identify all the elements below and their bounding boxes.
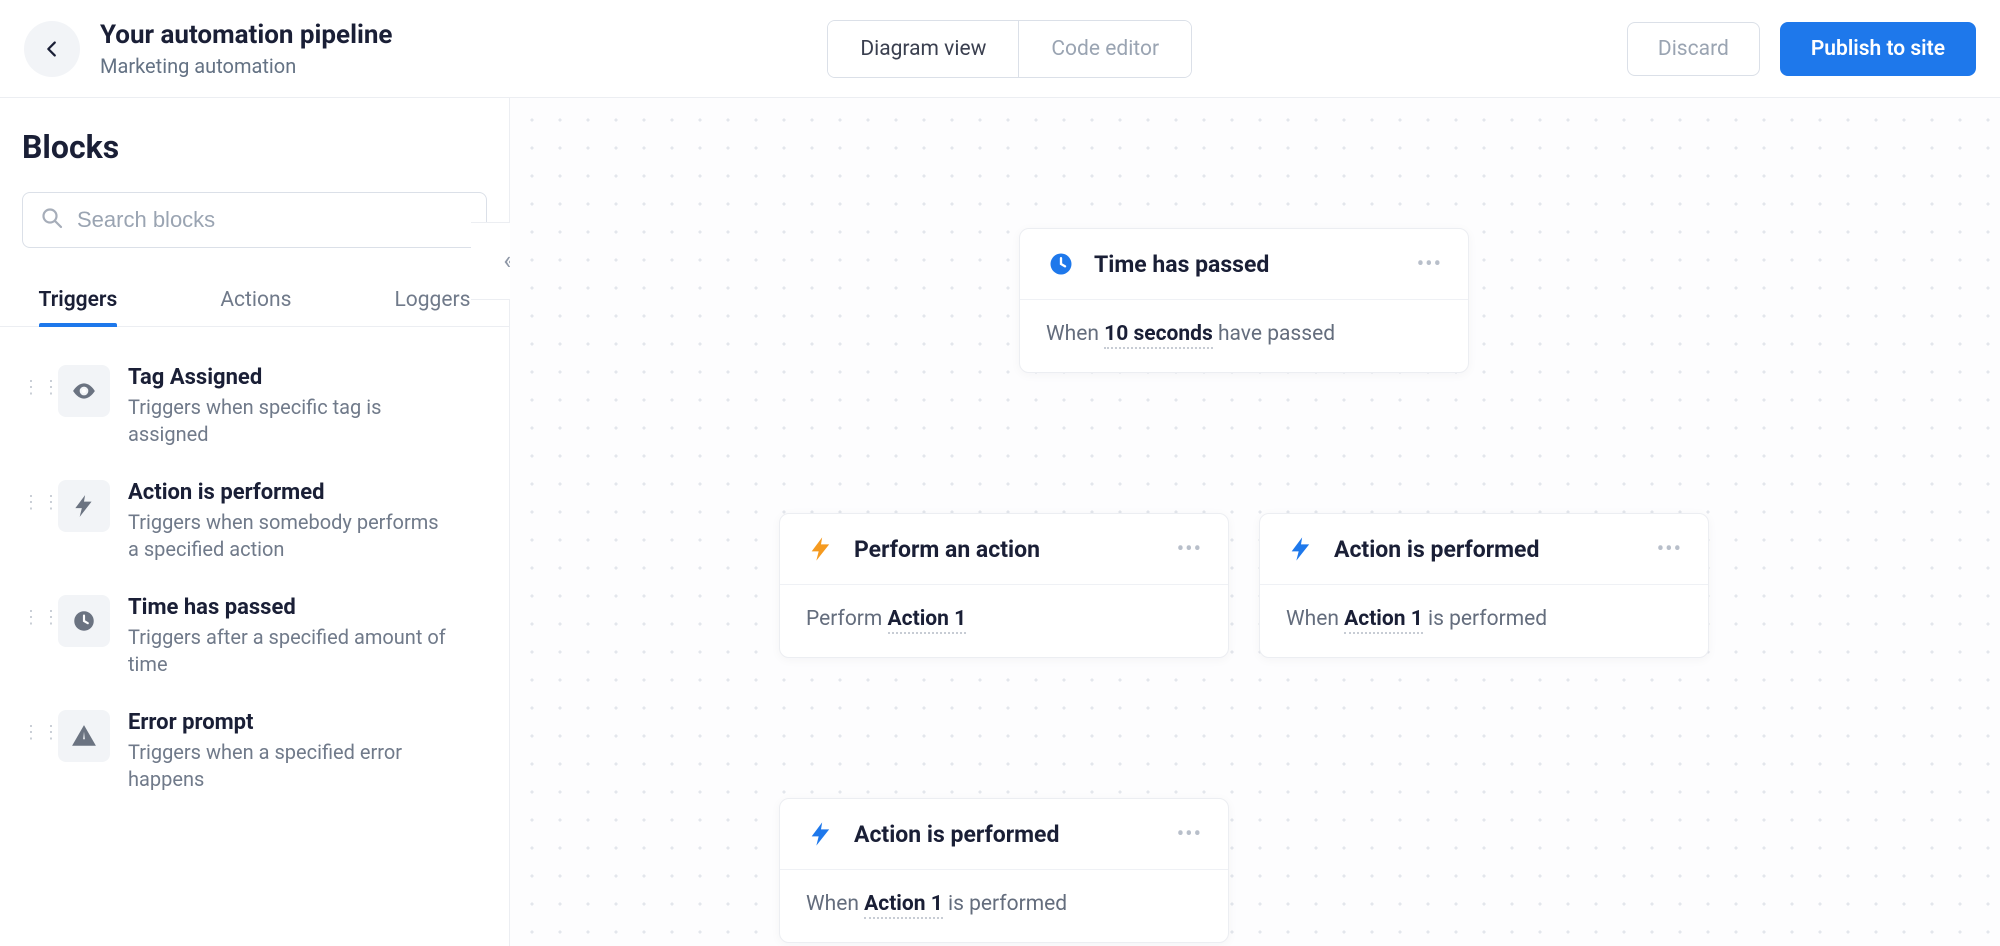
drag-handle-icon[interactable]: ⋮⋮ xyxy=(22,480,40,563)
discard-button[interactable]: Discard xyxy=(1627,22,1760,76)
bolt-icon xyxy=(1286,534,1316,564)
bolt-icon xyxy=(806,819,836,849)
node-action-performed-right[interactable]: Action is performed ••• When Action 1 is… xyxy=(1259,513,1709,658)
block-desc: Triggers when specific tag is assigned xyxy=(128,394,448,448)
sidebar: Blocks Triggers Actions Loggers ⋮⋮ Tag A… xyxy=(0,98,510,946)
node-menu-button[interactable]: ••• xyxy=(1417,259,1442,270)
block-action-performed[interactable]: ⋮⋮ Action is performed Triggers when som… xyxy=(22,464,487,579)
node-body: When Action 1 is performed xyxy=(1260,585,1708,657)
block-desc: Triggers after a specified amount of tim… xyxy=(128,624,448,678)
drag-handle-icon[interactable]: ⋮⋮ xyxy=(22,595,40,678)
block-time-passed[interactable]: ⋮⋮ Time has passed Triggers after a spec… xyxy=(22,579,487,694)
node-body: When 10 seconds have passed xyxy=(1020,300,1468,372)
node-action-performed-bottom[interactable]: Action is performed ••• When Action 1 is… xyxy=(779,798,1229,943)
bolt-icon xyxy=(58,480,110,532)
node-time-has-passed[interactable]: Time has passed ••• When 10 seconds have… xyxy=(1019,228,1469,373)
diagram-view-tab[interactable]: Diagram view xyxy=(828,21,1018,77)
node-menu-button[interactable]: ••• xyxy=(1657,544,1682,555)
node-menu-button[interactable]: ••• xyxy=(1177,544,1202,555)
node-title: Action is performed xyxy=(854,821,1159,848)
code-editor-tab[interactable]: Code editor xyxy=(1018,21,1191,77)
view-toggle: Diagram view Code editor xyxy=(827,20,1192,78)
sidebar-heading: Blocks xyxy=(22,128,487,166)
block-tag-assigned[interactable]: ⋮⋮ Tag Assigned Triggers when specific t… xyxy=(22,349,487,464)
clock-icon xyxy=(58,595,110,647)
node-param[interactable]: Action 1 xyxy=(864,892,943,919)
search-icon xyxy=(40,206,64,234)
block-desc: Triggers when somebody performs a specif… xyxy=(128,509,448,563)
node-menu-button[interactable]: ••• xyxy=(1177,829,1202,840)
canvas[interactable]: Time has passed ••• When 10 seconds have… xyxy=(510,98,2000,946)
warning-icon xyxy=(58,710,110,762)
node-title: Action is performed xyxy=(1334,536,1639,563)
clock-icon xyxy=(1046,249,1076,279)
tab-actions[interactable]: Actions xyxy=(220,274,291,326)
node-body: Perform Action 1 xyxy=(780,585,1228,657)
block-title: Tag Assigned xyxy=(128,365,487,390)
publish-button[interactable]: Publish to site xyxy=(1780,22,1976,76)
search-input[interactable] xyxy=(22,192,487,248)
block-title: Time has passed xyxy=(128,595,487,620)
node-title: Time has passed xyxy=(1094,251,1399,278)
node-param[interactable]: Action 1 xyxy=(888,607,967,634)
node-param[interactable]: Action 1 xyxy=(1344,607,1423,634)
sidebar-tabs: Triggers Actions Loggers xyxy=(0,274,509,327)
node-perform-action[interactable]: Perform an action ••• Perform Action 1 xyxy=(779,513,1229,658)
page-subtitle: Marketing automation xyxy=(100,54,392,78)
back-button[interactable] xyxy=(24,21,80,77)
block-error-prompt[interactable]: ⋮⋮ Error prompt Triggers when a specifie… xyxy=(22,694,487,809)
node-body: When Action 1 is performed xyxy=(780,870,1228,942)
block-list: ⋮⋮ Tag Assigned Triggers when specific t… xyxy=(22,327,487,809)
eye-icon xyxy=(58,365,110,417)
block-desc: Triggers when a specified error happens xyxy=(128,739,448,793)
header: Your automation pipeline Marketing autom… xyxy=(0,0,2000,98)
drag-handle-icon[interactable]: ⋮⋮ xyxy=(22,710,40,793)
canvas-grid xyxy=(510,98,2000,946)
node-param[interactable]: 10 seconds xyxy=(1104,322,1213,349)
tab-loggers[interactable]: Loggers xyxy=(394,274,470,326)
title-block: Your automation pipeline Marketing autom… xyxy=(100,20,392,78)
drag-handle-icon[interactable]: ⋮⋮ xyxy=(22,365,40,448)
page-title: Your automation pipeline xyxy=(100,20,392,50)
tab-triggers[interactable]: Triggers xyxy=(39,274,118,326)
node-title: Perform an action xyxy=(854,536,1159,563)
bolt-icon xyxy=(806,534,836,564)
chevron-left-icon xyxy=(41,38,63,60)
block-title: Error prompt xyxy=(128,710,487,735)
block-title: Action is performed xyxy=(128,480,487,505)
